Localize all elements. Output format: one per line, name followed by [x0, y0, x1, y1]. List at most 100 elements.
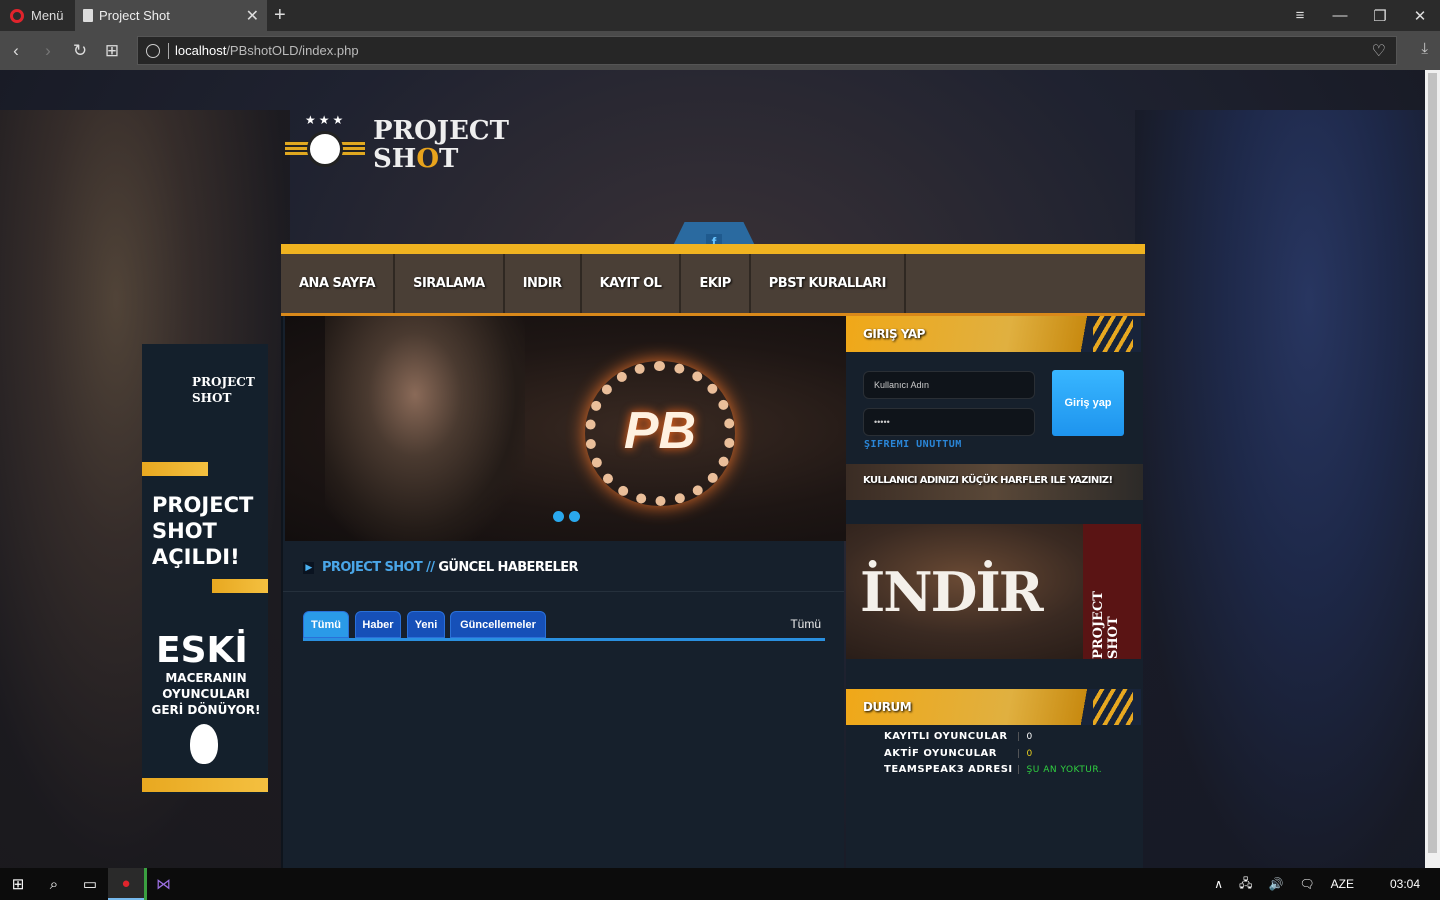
- tab-haber[interactable]: Haber: [355, 611, 401, 638]
- news-heading-title: GÜNCEL HABERELER: [438, 560, 578, 575]
- download-banner[interactable]: İNDİR PROJECT SHOT: [846, 524, 1141, 659]
- nav-pbst-kurallari[interactable]: PBST KURALLARI: [751, 254, 906, 313]
- document-icon: [83, 9, 93, 22]
- banner-gold-bar: [212, 579, 268, 593]
- slider-dot-2[interactable]: [569, 511, 580, 522]
- close-tab-icon[interactable]: ✕: [246, 6, 259, 26]
- opera-taskbar-icon[interactable]: ●: [108, 868, 144, 900]
- opera-menu-button[interactable]: Menü: [0, 0, 74, 31]
- restore-button[interactable]: ❐: [1360, 0, 1400, 31]
- slider-dot-1[interactable]: [553, 511, 564, 522]
- banner-gold-bar: [142, 778, 268, 792]
- nav-siralama[interactable]: SIRALAMA: [395, 254, 505, 313]
- notifications-icon[interactable]: 🗨: [1299, 877, 1314, 891]
- side-promo-banner[interactable]: PROJECT SHOT PROJECT SHOT AÇILDI! ESKİ MA…: [142, 344, 268, 794]
- login-button[interactable]: Giriş yap: [1052, 370, 1124, 436]
- banner-brand-2: SHOT: [192, 391, 232, 405]
- web-page: ★★★ PROJECT SHOT f ANA SAYFA SIRALAMA IN…: [0, 70, 1425, 868]
- tab-title: Project Shot: [99, 8, 170, 23]
- status-row: AKTİF OYUNCULAR 0: [884, 748, 1032, 759]
- tab-tumu[interactable]: Tümü: [303, 611, 349, 638]
- download-icon[interactable]: ⤓: [1421, 40, 1428, 57]
- nav-ana-sayfa[interactable]: ANA SAYFA: [281, 254, 396, 313]
- all-news-link[interactable]: Tümü: [790, 617, 821, 631]
- tab-guncellemeler[interactable]: Güncellemeler: [450, 611, 546, 638]
- chevron-right-icon: ▶: [303, 561, 314, 574]
- main-nav: ANA SAYFA SIRALAMA INDIR KAYIT OL EKIP P…: [281, 244, 1145, 316]
- banner-gold-bar: [142, 462, 208, 476]
- reload-button[interactable]: ↻: [64, 41, 96, 61]
- clock[interactable]: 03:04: [1390, 877, 1420, 891]
- opera-logo-icon: [10, 8, 24, 23]
- soldiers-right-artwork: [1135, 110, 1425, 868]
- status-value: 0: [1017, 749, 1033, 759]
- banner-headline-2: ESKİ: [156, 630, 248, 671]
- scrollbar-thumb[interactable]: [1428, 73, 1437, 853]
- login-title: GIRIŞ YAP: [846, 316, 1141, 352]
- browser-titlebar: Menü Project Shot ✕ + ≡ — ❐ ✕: [0, 0, 1440, 31]
- windows-start-icon[interactable]: ⊞: [0, 868, 36, 900]
- username-notice: KULLANICI ADINIZI KÜÇÜK HARFLER ILE YAZI…: [846, 464, 1143, 500]
- tab-menu-icon[interactable]: ≡: [1280, 0, 1320, 31]
- address-bar[interactable]: localhost /PBshotOLD/index.php ♡: [137, 36, 1397, 65]
- close-window-button[interactable]: ✕: [1400, 0, 1440, 31]
- search-icon[interactable]: ⌕: [36, 868, 72, 900]
- password-input[interactable]: •••••: [863, 408, 1035, 436]
- status-label: KAYITLI OYUNCULAR: [884, 731, 1008, 742]
- windows-taskbar: ⊞ ⌕ ▭ ● ⋈ ∧ 🖧 🔊 🗨 AZE 03:04: [0, 868, 1440, 900]
- browser-tab[interactable]: Project Shot ✕: [75, 0, 267, 31]
- status-value: 0: [1017, 732, 1033, 742]
- minimize-button[interactable]: —: [1320, 0, 1360, 31]
- site-logo[interactable]: ★★★ PROJECT SHOT: [285, 110, 515, 180]
- task-view-icon[interactable]: ▭: [72, 868, 108, 900]
- divider: [283, 591, 844, 592]
- nav-indir[interactable]: INDIR: [505, 254, 582, 313]
- username-input[interactable]: Kullanıcı Adın: [863, 371, 1035, 399]
- main-content: PB ▶ PROJECT SHOT // GÜNCEL HABERELER Tü…: [281, 316, 846, 868]
- banner-brand-1: PROJECT: [192, 375, 255, 389]
- language-indicator[interactable]: AZE: [1331, 877, 1354, 891]
- sidebar: GIRIŞ YAP Kullanıcı Adın ••••• Giriş yap…: [846, 316, 1143, 868]
- download-banner-title: İNDİR: [860, 560, 1044, 624]
- menu-label: Menü: [31, 8, 64, 23]
- status-value: ŞU AN YOKTUR.: [1017, 765, 1102, 775]
- forward-button[interactable]: ›: [32, 41, 64, 61]
- status-title: DURUM: [846, 689, 1141, 725]
- logo-line2-a: SH: [373, 144, 417, 174]
- nav-ekip[interactable]: EKIP: [681, 254, 751, 313]
- logo-line1: PROJECT: [373, 116, 509, 146]
- logo-line2-o: O: [416, 144, 439, 174]
- volume-icon[interactable]: 🔊: [1268, 877, 1283, 891]
- status-row: TEAMSPEAK3 ADRESI ŞU AN YOKTUR.: [884, 764, 1102, 775]
- news-heading-brand: PROJECT SHOT: [322, 560, 423, 575]
- status-label: TEAMSPEAK3 ADRESI: [884, 764, 1013, 775]
- slider-character-image: [325, 316, 525, 541]
- status-row: KAYITLI OYUNCULAR 0: [884, 731, 1032, 742]
- url-host: localhost: [175, 43, 227, 58]
- address-toolbar: ‹ › ↻ ⊞ localhost /PBshotOLD/index.php ♡…: [0, 31, 1440, 70]
- visual-studio-taskbar-icon[interactable]: ⋈: [144, 868, 180, 900]
- forgot-password-link[interactable]: ŞIFREMI UNUTTUM: [864, 439, 962, 450]
- speed-dial-icon[interactable]: ⊞: [96, 41, 128, 61]
- news-heading-sep: //: [422, 560, 439, 575]
- nav-kayit-ol[interactable]: KAYIT OL: [582, 254, 682, 313]
- network-icon[interactable]: 🖧: [1239, 874, 1252, 895]
- url-path: /PBshotOLD/index.php: [226, 43, 359, 58]
- back-button[interactable]: ‹: [0, 41, 32, 61]
- pb-logo: PB: [623, 402, 697, 460]
- page-scrollbar[interactable]: [1425, 70, 1440, 868]
- news-tabs: Tümü Haber Yeni Güncellemeler Tümü: [303, 611, 825, 641]
- new-tab-button[interactable]: +: [274, 4, 286, 27]
- globe-icon: [146, 43, 160, 58]
- banner-headline-1: PROJECT SHOT AÇILDI!: [152, 493, 254, 569]
- show-hidden-icons[interactable]: ∧: [1214, 877, 1223, 891]
- logo-line2-b: T: [439, 144, 459, 174]
- bookmark-heart-icon[interactable]: ♡: [1372, 41, 1386, 61]
- image-slider[interactable]: PB: [285, 316, 846, 541]
- news-heading: ▶ PROJECT SHOT // GÜNCEL HABERELER: [303, 560, 579, 575]
- tab-yeni[interactable]: Yeni: [407, 611, 445, 638]
- mask-icon: [190, 724, 218, 764]
- banner-subline: MACERANIN OYUNCULARI GERİ DÖNÜYOR!: [151, 671, 261, 717]
- status-label: AKTİF OYUNCULAR: [884, 748, 997, 759]
- url-separator: [168, 42, 169, 59]
